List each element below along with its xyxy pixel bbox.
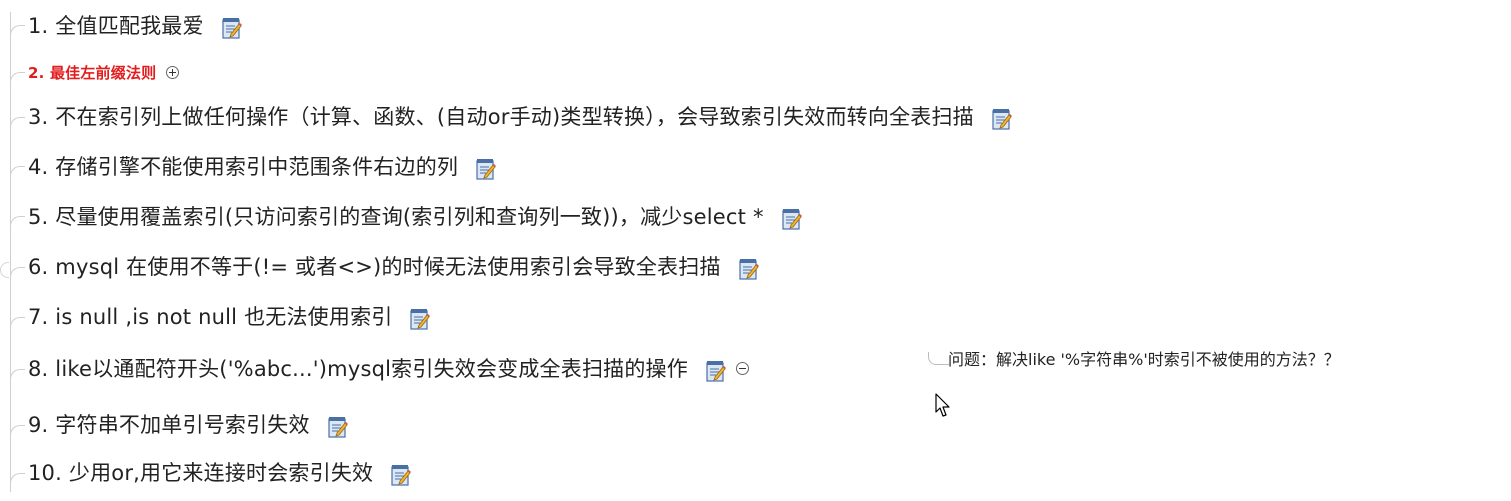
mindmap-node-9[interactable]: 9. 字符串不加单引号索引失效 (28, 407, 348, 441)
expand-plus-icon[interactable] (166, 65, 180, 79)
note-edit-icon[interactable] (476, 158, 497, 180)
branch-tick (10, 267, 25, 286)
mindmap-node-1[interactable]: 1. 全值匹配我最爱 (28, 8, 242, 42)
branch-tick (10, 117, 25, 136)
mindmap-node-7[interactable]: 7. is null ,is not null 也无法使用索引 (28, 299, 431, 333)
note-edit-icon[interactable] (739, 258, 759, 280)
node-label: 1. 全值匹配我最爱 (28, 14, 204, 38)
child-node-question[interactable]: 问题：解决like '%字符串%'时索引不被使用的方法？？ (948, 346, 1340, 370)
parent-connector (0, 262, 9, 278)
node-label: 3. 不在索引列上做任何操作（计算、函数、(自动or手动)类型转换），会导致索引… (28, 105, 974, 129)
note-edit-icon[interactable] (410, 308, 431, 330)
branch-tick (10, 425, 25, 444)
branch-tick (10, 369, 25, 388)
branch-tick (10, 473, 25, 492)
branch-tick (10, 216, 25, 235)
note-edit-icon[interactable] (992, 108, 1012, 130)
node-label: 2. 最佳左前缀法则 (28, 63, 157, 82)
mindmap-node-6[interactable]: 6. mysql 在使用不等于(!= 或者<>)的时候无法使用索引会导致全表扫描 (28, 249, 759, 283)
note-edit-icon[interactable] (706, 360, 726, 382)
node-label: 7. is null ,is not null 也无法使用索引 (28, 305, 393, 329)
branch-tick (10, 72, 25, 91)
branch-tick (10, 317, 25, 336)
branch-tick (10, 166, 25, 185)
branch-tick (10, 25, 25, 44)
node-label: 10. 少用or,用它来连接时会索引失效 (28, 461, 374, 485)
mindmap-node-8[interactable]: 8. like以通配符开头('%abc...')mysql索引失效会变成全表扫描… (28, 351, 749, 385)
mindmap-node-4[interactable]: 4. 存储引擎不能使用索引中范围条件右边的列 (28, 149, 497, 183)
note-edit-icon[interactable] (391, 464, 412, 486)
note-edit-icon[interactable] (222, 17, 242, 39)
mouse-pointer-icon (935, 393, 950, 417)
node-label: 6. mysql 在使用不等于(!= 或者<>)的时候无法使用索引会导致全表扫描 (28, 255, 721, 279)
child-connector (928, 352, 949, 365)
mindmap-node-10[interactable]: 10. 少用or,用它来连接时会索引失效 (28, 455, 412, 489)
node-label: 4. 存储引擎不能使用索引中范围条件右边的列 (28, 155, 459, 179)
node-label: 8. like以通配符开头('%abc...')mysql索引失效会变成全表扫描… (28, 357, 688, 381)
note-edit-icon[interactable] (782, 208, 802, 230)
mindmap-node-5[interactable]: 5. 尽量使用覆盖索引(只访问索引的查询(索引列和查询列一致))，减少selec… (28, 199, 802, 233)
node-label: 9. 字符串不加单引号索引失效 (28, 413, 310, 437)
node-label: 5. 尽量使用覆盖索引(只访问索引的查询(索引列和查询列一致))，减少selec… (28, 205, 764, 229)
mindmap-node-2[interactable]: 2. 最佳左前缀法则 (28, 55, 180, 89)
note-edit-icon[interactable] (328, 416, 348, 438)
mindmap-node-3[interactable]: 3. 不在索引列上做任何操作（计算、函数、(自动or手动)类型转换），会导致索引… (28, 99, 1012, 133)
collapse-minus-icon[interactable] (735, 361, 749, 375)
